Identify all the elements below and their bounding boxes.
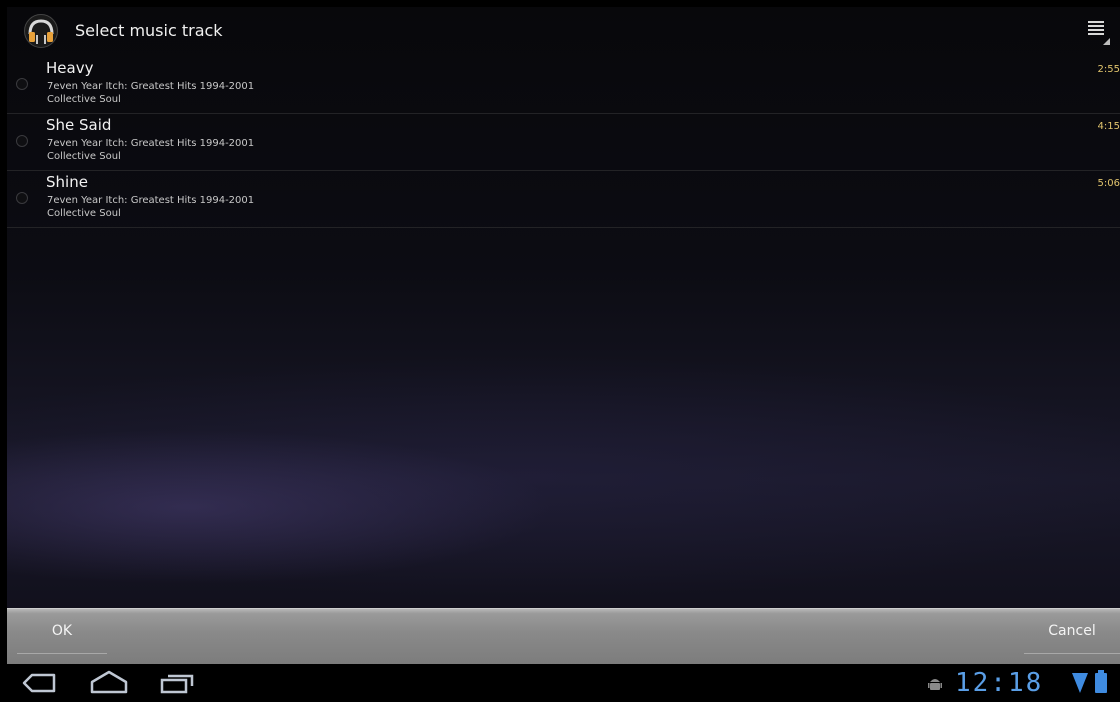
track-row-she-said[interactable]: She Said 7even Year Itch: Greatest Hits …: [7, 114, 1120, 171]
track-album: 7even Year Itch: Greatest Hits 1994-2001: [47, 138, 255, 149]
track-album: 7even Year Itch: Greatest Hits 1994-2001: [47, 81, 255, 92]
track-title: She Said: [46, 116, 112, 134]
dialog: Select music track Heavy 7even Year Itch…: [7, 7, 1120, 664]
track-list: Heavy 7even Year Itch: Greatest Hits 199…: [7, 57, 1120, 228]
button-bar: OK Cancel: [7, 608, 1120, 664]
track-artist: Collective Soul: [47, 94, 121, 105]
cancel-button[interactable]: Cancel: [1024, 609, 1120, 654]
ok-button[interactable]: OK: [17, 609, 107, 654]
track-artist: Collective Soul: [47, 208, 121, 219]
track-duration: 5:06: [1097, 178, 1120, 189]
system-bar: 12:18: [0, 664, 1120, 702]
track-title: Shine: [46, 173, 88, 191]
track-row-heavy[interactable]: Heavy 7even Year Itch: Greatest Hits 199…: [7, 57, 1120, 114]
back-icon[interactable]: [22, 673, 56, 693]
radio-button[interactable]: [16, 135, 28, 147]
overflow-menu-icon[interactable]: [1088, 21, 1110, 45]
home-icon[interactable]: [90, 670, 128, 694]
track-album: 7even Year Itch: Greatest Hits 1994-2001: [47, 195, 255, 206]
recent-apps-icon[interactable]: [160, 672, 194, 694]
headphones-icon: [24, 14, 58, 48]
track-duration: 4:15: [1097, 121, 1120, 132]
screen: Select music track Heavy 7even Year Itch…: [0, 0, 1120, 702]
radio-button[interactable]: [16, 192, 28, 204]
battery-icon: [1095, 670, 1107, 693]
title-bar: Select music track: [7, 7, 1120, 57]
track-row-shine[interactable]: Shine 7even Year Itch: Greatest Hits 199…: [7, 171, 1120, 228]
android-debug-icon: [928, 679, 942, 690]
wifi-icon: [1072, 673, 1088, 693]
dialog-title: Select music track: [75, 21, 223, 40]
track-title: Heavy: [46, 59, 94, 77]
clock: 12:18: [955, 668, 1044, 698]
track-duration: 2:55: [1097, 64, 1120, 75]
radio-button[interactable]: [16, 78, 28, 90]
track-artist: Collective Soul: [47, 151, 121, 162]
